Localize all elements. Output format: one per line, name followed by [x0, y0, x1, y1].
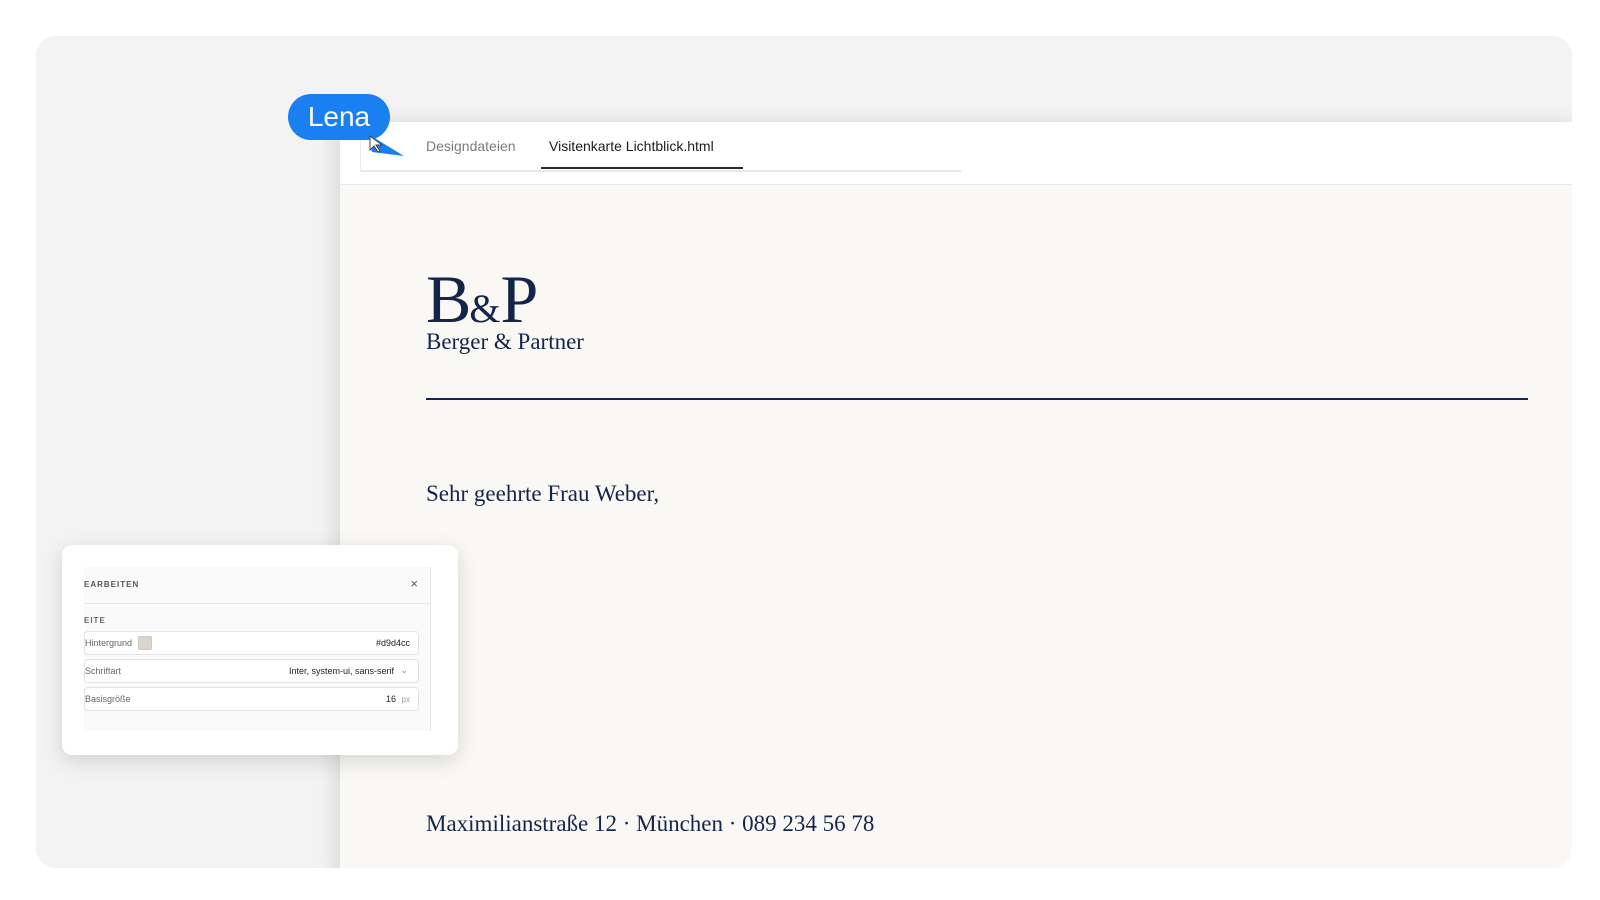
edit-panel-card: EARBEITEN × EITE Hintergrund #d9d4cc Sch… [62, 545, 458, 755]
editor-window: Designdateien Visitenkarte Lichtblick.ht… [340, 122, 1572, 868]
background-value: #d9d4cc [375, 638, 410, 648]
logo-letter-p: P [500, 261, 538, 337]
base-size-field[interactable]: Basisgröße 16 px [84, 687, 419, 711]
header-divider [426, 398, 1528, 400]
base-size-unit: px [401, 695, 410, 704]
section-label: EITE [84, 616, 106, 625]
letter-greeting: Sehr geehrte Frau Weber, [426, 481, 660, 506]
base-size-label: Basisgröße [85, 694, 131, 704]
edit-panel-header: EARBEITEN × [84, 567, 430, 604]
font-value: Inter, system-ui, sans-serif [288, 666, 394, 676]
background-color-field[interactable]: Hintergrund #d9d4cc [84, 631, 419, 655]
font-label: Schriftart [85, 666, 122, 676]
tab-list: Designdateien Visitenkarte Lichtblick.ht… [360, 122, 961, 172]
background-label: Hintergrund [85, 638, 133, 648]
tab-designdateien[interactable]: Designdateien [426, 138, 516, 154]
color-swatch[interactable] [138, 636, 152, 650]
collaborator-cursor-icon [369, 135, 384, 153]
close-icon[interactable]: × [410, 576, 418, 591]
address-line: Maximilianstraße 12 · München · 089 234 … [426, 811, 875, 836]
logo-ampersand: & [469, 286, 501, 331]
document-preview[interactable]: B&P Berger & Partner Sehr geehrte Frau W… [340, 185, 1572, 868]
active-tab-indicator [541, 167, 743, 169]
base-size-value: 16 [385, 694, 396, 704]
canvas-stage: Designdateien Visitenkarte Lichtblick.ht… [36, 36, 1572, 868]
tab-visitenkarte[interactable]: Visitenkarte Lichtblick.html [549, 138, 714, 154]
tab-bar: Designdateien Visitenkarte Lichtblick.ht… [340, 122, 1572, 185]
edit-panel: EARBEITEN × EITE Hintergrund #d9d4cc Sch… [84, 567, 431, 731]
logo-letter-b: B [426, 261, 471, 337]
company-name: Berger & Partner [426, 329, 584, 354]
font-family-select[interactable]: Schriftart Inter, system-ui, sans-serif … [84, 659, 419, 683]
chevron-down-icon: ⌄ [400, 665, 408, 675]
edit-panel-title: EARBEITEN [84, 580, 140, 589]
